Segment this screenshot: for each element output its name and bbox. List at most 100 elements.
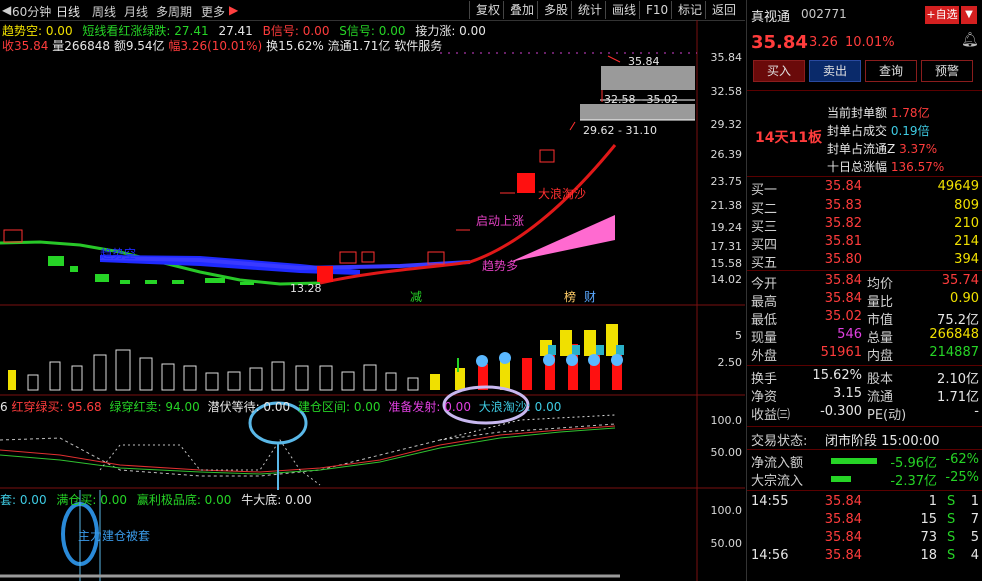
fund-value: 2.10亿 <box>937 372 979 387</box>
stock-code: 002771 <box>801 7 847 21</box>
fund-row: 换手 15.62% 股本 2.10亿 <box>747 368 982 387</box>
big-wave-value: 大浪淘沙: 0.00 <box>478 400 562 414</box>
lurk-wait: 潜伏等待: 0.00 <box>207 400 291 414</box>
limit-up-badge: 14天11板 <box>755 130 822 146</box>
build-zone: 建仓区间: 0.00 <box>297 400 381 414</box>
tick-row: 35.84 73 S 5 <box>747 530 982 549</box>
trend-many-label: 趋势多 <box>482 259 519 273</box>
volume-axis-label: 5 <box>735 329 742 342</box>
limit-up-candle-2 <box>517 173 535 193</box>
tick-extra: 4 <box>970 548 979 563</box>
bid-price: 35.80 <box>824 252 862 267</box>
full-buy-value: 满仓买: 0.00 <box>56 493 127 507</box>
flow-bar <box>831 476 851 482</box>
bid-price: 35.82 <box>824 216 862 231</box>
bid-volume: 214 <box>954 234 979 249</box>
quote-row: 现量 546 总量 266848 <box>747 327 982 346</box>
tick-volume: 15 <box>920 512 937 527</box>
high-marker: 35.84 <box>628 55 660 68</box>
bell-icon[interactable]: 🔔︎ <box>961 32 979 48</box>
bull-bottom-value: 牛大底: 0.00 <box>241 493 312 507</box>
bid-label: 买四 <box>751 238 778 253</box>
ready-launch: 准备发射: 0.00 <box>388 400 471 414</box>
flow-value: -2.37亿 <box>890 474 937 489</box>
fund-row: 收益㈢ -0.300 PE(动) - <box>747 404 982 423</box>
volume-axis-label: 2.50 <box>717 356 743 369</box>
quote-label: 最高 <box>751 295 778 310</box>
quote-label: 今开 <box>751 277 778 292</box>
bid-volume: 49649 <box>937 179 979 194</box>
tick-volume: 1 <box>928 494 937 509</box>
alert-button[interactable]: 预警 <box>921 60 973 82</box>
price-change: 3.26 <box>809 35 838 50</box>
flow-row: 大宗流入 -2.37亿 -25% <box>747 470 982 489</box>
bid-row: 买一 35.84 49649 <box>747 179 982 198</box>
bid-volume: 210 <box>954 216 979 231</box>
reduce-label: 减 <box>410 290 423 304</box>
tick-side: S <box>947 512 956 527</box>
osc-axis-label: 100.0 <box>710 414 743 427</box>
quote-label: 均价 <box>867 277 894 292</box>
rank-label: 榜 <box>564 290 577 304</box>
fund-label: 收益㈢ <box>751 408 791 423</box>
quote-value: 35.84 <box>824 291 862 306</box>
query-button[interactable]: 查询 <box>865 60 917 82</box>
quote-row: 最高 35.84 量比 0.90 <box>747 291 982 310</box>
osc-axis-label: 50.00 <box>710 446 743 459</box>
stat-label: 封单占成交 <box>827 124 888 138</box>
bid-row: 买二 35.83 809 <box>747 198 982 217</box>
add-watchlist-button[interactable]: +自选 <box>925 6 959 24</box>
bid-label: 买一 <box>751 183 778 198</box>
quote-label: 外盘 <box>751 349 778 364</box>
dropdown-icon[interactable]: ▼ <box>961 6 977 24</box>
tick-price: 35.84 <box>824 494 862 509</box>
stat-label: 封单占流通Z <box>827 142 896 156</box>
trade-status: 交易状态: 闭市阶段 15:00:00 <box>747 430 982 449</box>
flow-row: 净流入额 -5.96亿 -62% <box>747 452 982 471</box>
osc-header: 6 红穿绿买: 95.68 绿穿红卖: 94.00 潜伏等待: 0.00 建仓区… <box>0 398 561 415</box>
start-up-label: 启动上涨 <box>476 214 525 228</box>
quote-panel: 真视通 002771 +自选 ▼ 35.84 3.26 10.01% 🔔︎ 买入… <box>746 0 982 581</box>
trade-status-label: 交易状态: <box>751 434 808 449</box>
tick-extra: 5 <box>970 530 979 545</box>
quote-label: 内盘 <box>867 349 894 364</box>
fund-label: 流通 <box>867 390 894 405</box>
quote-row: 今开 35.84 均价 35.74 <box>747 273 982 292</box>
tick-row: 14:56 35.84 18 S 4 <box>747 548 982 567</box>
fund-value: -0.300 <box>820 404 862 419</box>
bid-volume: 394 <box>954 252 979 267</box>
stat-value: 3.37% <box>899 142 938 156</box>
bid-price: 35.84 <box>824 179 862 194</box>
fund-label: 换手 <box>751 372 778 387</box>
fund-row: 净资 3.15 流通 1.71亿 <box>747 386 982 405</box>
bottom-annotation: 主力建仓被套 <box>78 529 151 543</box>
tick-price: 35.84 <box>824 548 862 563</box>
limit-up-stats: 当前封单额 1.78亿 封单占成交 0.19倍 封单占流通Z 3.37% 十日总… <box>827 104 944 176</box>
tick-volume: 73 <box>920 530 937 545</box>
trap-value: 套: 0.00 <box>0 493 47 507</box>
sell-button[interactable]: 卖出 <box>809 60 861 82</box>
quote-value: 35.02 <box>824 309 862 324</box>
quote-label: 最低 <box>751 313 778 328</box>
profit-bottom-value: 赢利极品底: 0.00 <box>136 493 232 507</box>
bid-label: 买二 <box>751 202 778 217</box>
quote-row: 最低 35.02 市值 75.2亿 <box>747 309 982 328</box>
tick-side: S <box>947 494 956 509</box>
price-axis-label: 26.39 <box>710 148 743 161</box>
quote-value: 35.74 <box>941 273 979 288</box>
stat-label: 当前封单额 <box>827 106 888 120</box>
tick-extra: 7 <box>970 512 979 527</box>
bid-row: 买三 35.82 210 <box>747 216 982 235</box>
tick-side: S <box>947 548 956 563</box>
trade-status-value: 闭市阶段 15:00:00 <box>825 434 940 449</box>
quote-label: 现量 <box>751 331 778 346</box>
price-axis-label: 32.58 <box>710 85 743 98</box>
big-wave-label: 大浪淘沙 <box>538 187 587 201</box>
fund-value: 3.15 <box>833 386 862 401</box>
buy-button[interactable]: 买入 <box>753 60 805 82</box>
quote-value: 51961 <box>820 345 862 360</box>
quote-label: 市值 <box>867 313 894 328</box>
stock-name: 真视通 <box>751 10 791 25</box>
bid-label: 买三 <box>751 220 778 235</box>
fund-label: 股本 <box>867 372 894 387</box>
